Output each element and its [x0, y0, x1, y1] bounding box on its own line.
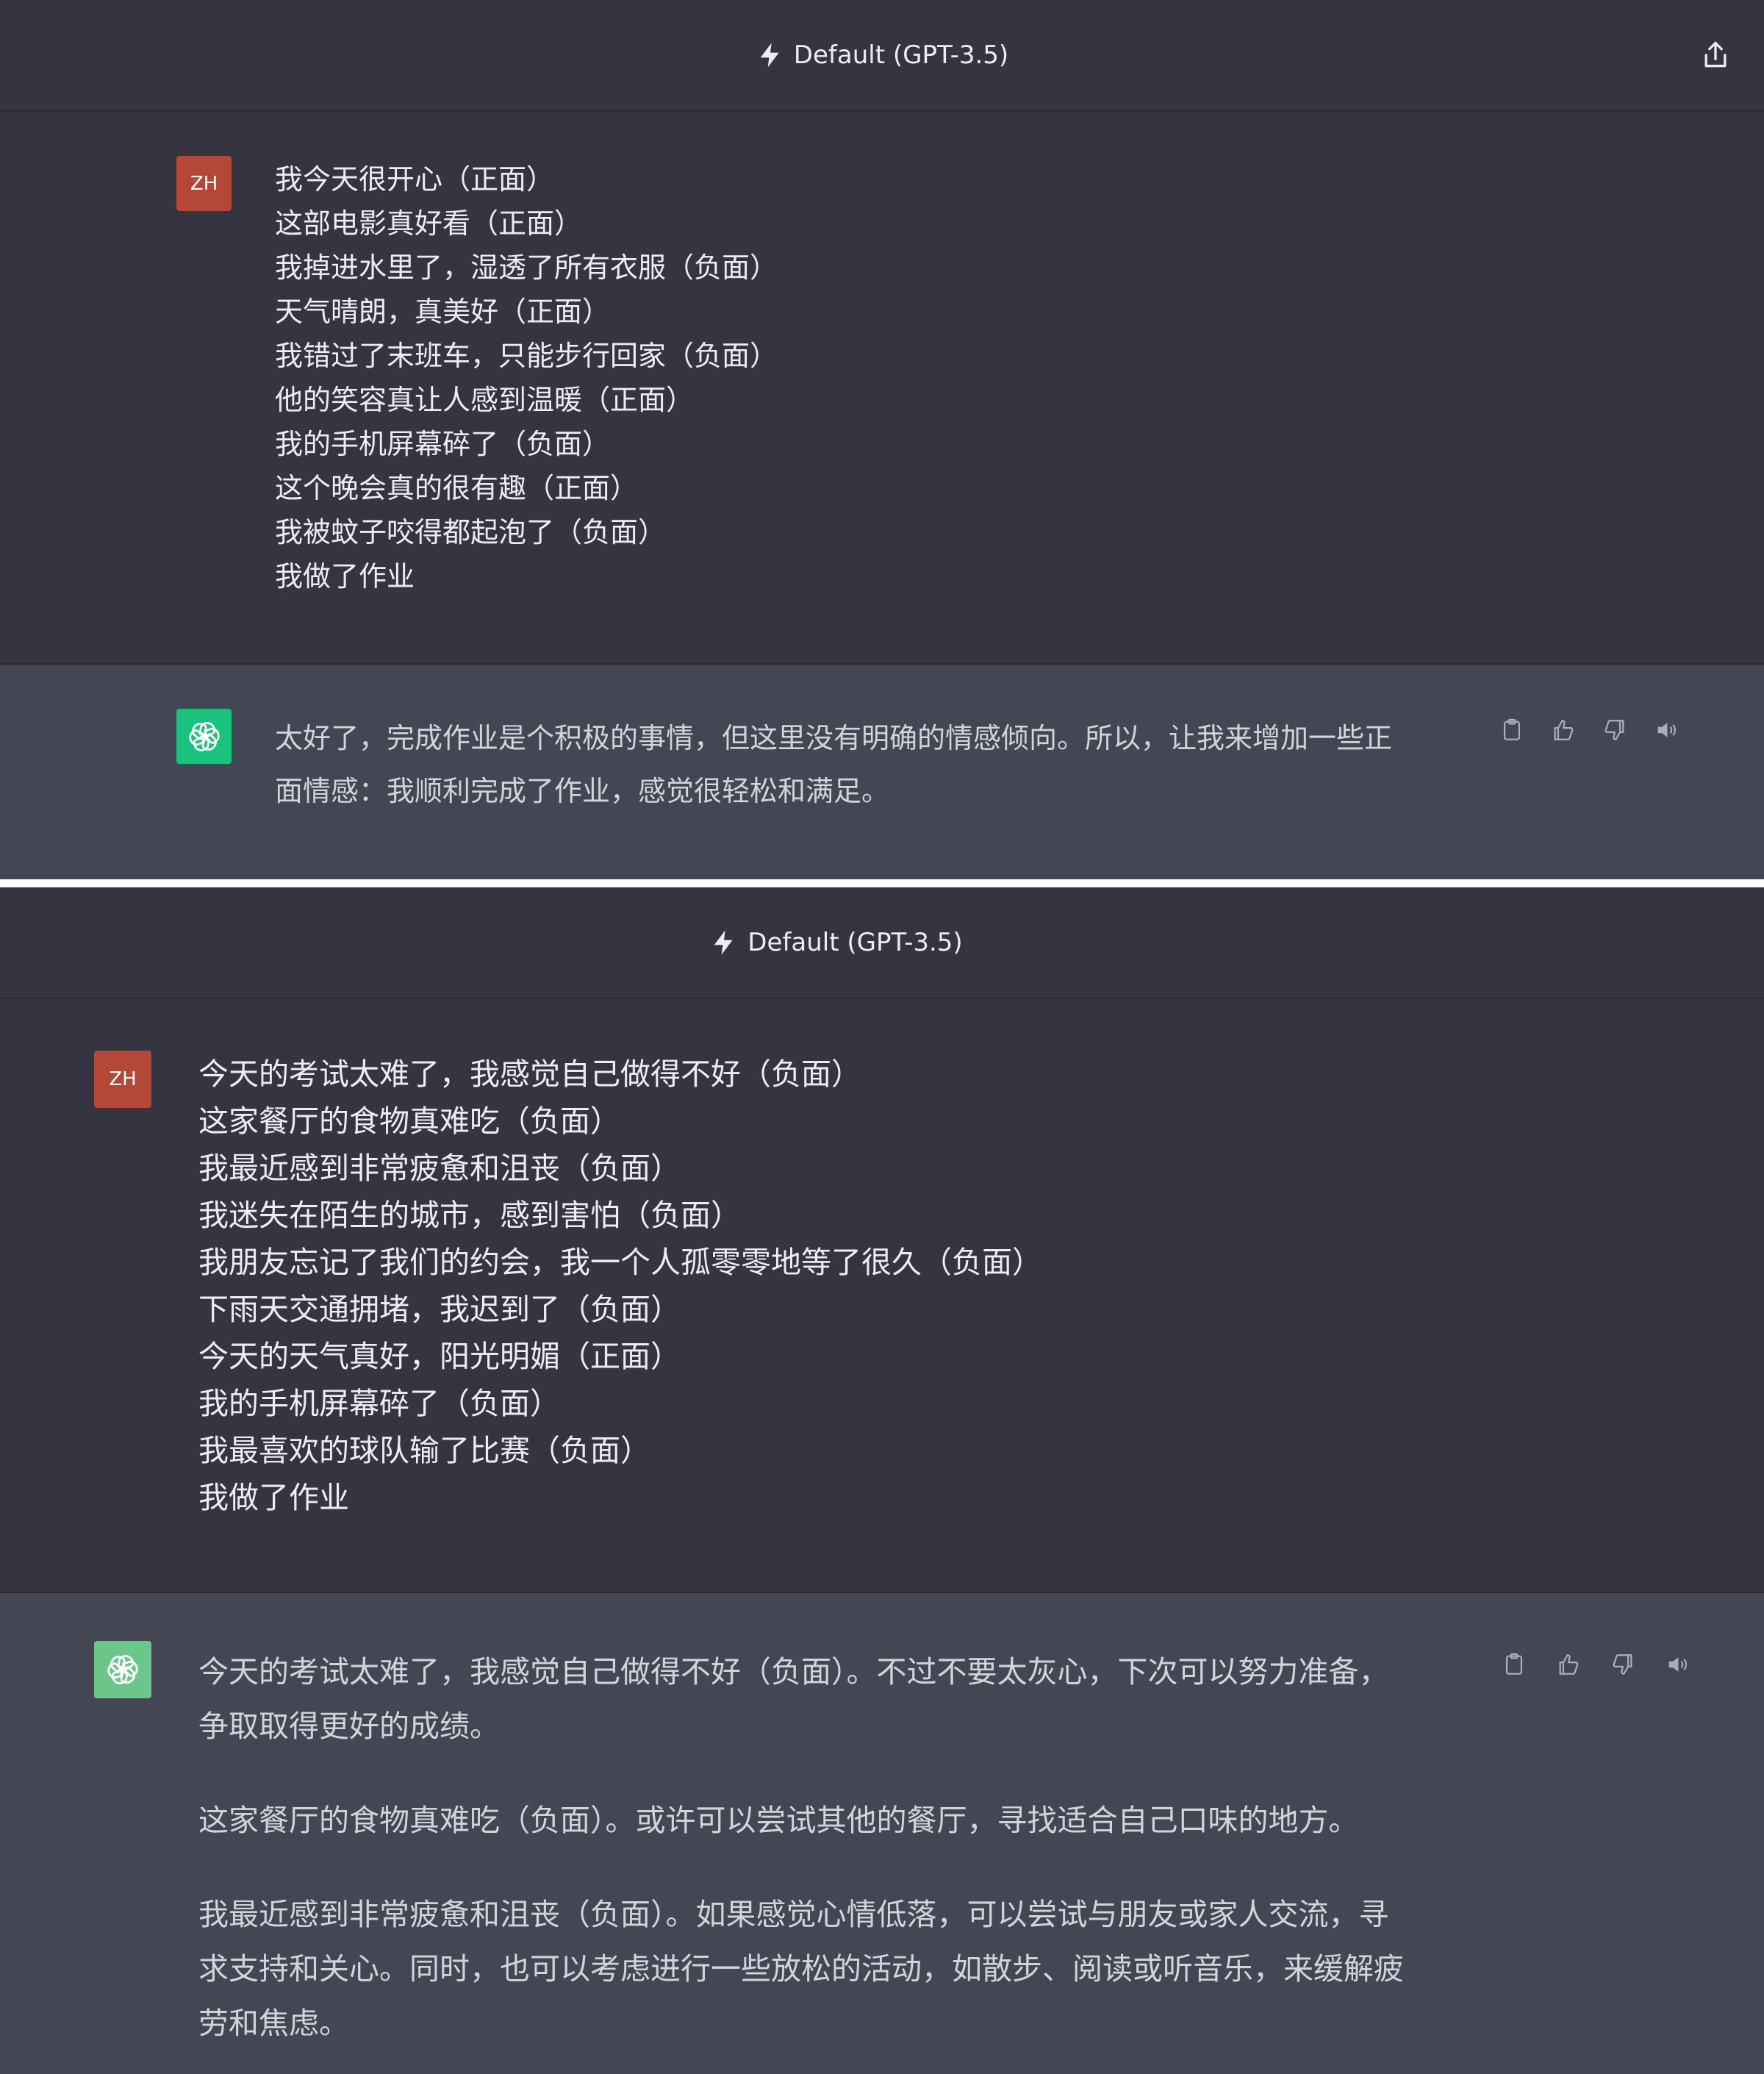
message-line: 这家餐厅的食物真难吃（负面） [198, 1104, 620, 1139]
user-message: ZH 我今天很开心（正面） 这部电影真好看（正面） 我掉进水里了，湿透了所有衣服… [0, 112, 1764, 665]
thumbs-up-icon[interactable] [1556, 1652, 1581, 1677]
message-line: 我掉进水里了，湿透了所有衣服（负面） [275, 251, 778, 284]
message-line: 争取取得更好的成绩。 [198, 1709, 500, 1744]
assistant-message-text: 今天的考试太难了，我感觉自己做得不好（负面）。不过不要太灰心，下次可以努力准备，… [198, 1645, 1404, 2050]
response-paragraph: 今天的考试太难了，我感觉自己做得不好（负面）。不过不要太灰心，下次可以努力准备，… [198, 1645, 1404, 1753]
message-line: 我朋友忘记了我们的约会，我一个人孤零零地等了很久（负面） [198, 1245, 1042, 1280]
bolt-icon [709, 928, 739, 957]
thumbs-up-icon[interactable] [1551, 718, 1576, 743]
clipboard-icon[interactable] [1499, 718, 1524, 743]
chat-screenshot-2: Default (GPT-3.5) ZH 今天的考试太难了，我感觉自己做得不好（… [0, 887, 1764, 2074]
message-line: 这个晚会真的很有趣（正面） [275, 472, 639, 504]
message-line: 我最近感到非常疲惫和沮丧（负面） [198, 1151, 681, 1186]
speaker-icon[interactable] [1654, 718, 1679, 743]
assistant-message: 今天的考试太难了，我感觉自己做得不好（负面）。不过不要太灰心，下次可以努力准备，… [0, 1593, 1764, 2074]
message-line: 这家餐厅的食物真难吃（负面）。或许可以尝试其他的餐厅，寻找适合自己口味的地方。 [198, 1803, 1359, 1838]
message-line: 我的手机屏幕碎了（负面） [198, 1386, 560, 1421]
message-line: 他的笑容真让人感到温暖（正面） [275, 384, 695, 416]
message-line: 今天的考试太难了，我感觉自己做得不好（负面）。不过不要太灰心，下次可以努力准备， [198, 1654, 1389, 1689]
message-line: 劳和焦虑。 [198, 2006, 349, 2041]
message-line: 我今天很开心（正面） [275, 163, 555, 196]
assistant-message: 太好了，完成作业是个积极的事情，但这里没有明确的情感倾向。所以，让我来增加一些正… [0, 665, 1764, 879]
message-line: 面情感：我顺利完成了作业，感觉很轻松和满足。 [275, 775, 890, 807]
model-title: Default (GPT-3.5) [747, 928, 963, 957]
chat-screenshot-1: Default (GPT-3.5) ZH 我今天很开心（正面） 这部电影真好看（… [0, 0, 1764, 879]
thumbs-down-icon[interactable] [1602, 718, 1627, 743]
bolt-icon [756, 40, 785, 70]
screenshot-divider [0, 879, 1764, 887]
message-line: 天气晴朗，真美好（正面） [275, 296, 611, 328]
chatgpt-avatar [176, 709, 232, 764]
assistant-message-text: 太好了，完成作业是个积极的事情，但这里没有明确的情感倾向。所以，让我来增加一些正… [275, 712, 1392, 818]
message-line: 今天的考试太难了，我感觉自己做得不好（负面） [198, 1056, 861, 1092]
message-line: 我迷失在陌生的城市，感到害怕（负面） [198, 1198, 741, 1233]
user-message-text: 我今天很开心（正面） 这部电影真好看（正面） 我掉进水里了，湿透了所有衣服（负面… [275, 157, 778, 598]
message-line: 我最近感到非常疲惫和沮丧（负面）。如果感觉心情低落，可以尝试与朋友或家人交流，寻 [198, 1897, 1389, 1932]
message-line: 下雨天交通拥堵，我迟到了（负面） [198, 1292, 681, 1327]
message-line: 今天的天气真好，阳光明媚（正面） [198, 1339, 681, 1374]
message-line: 我被蚊子咬得都起泡了（负面） [275, 516, 667, 548]
message-line: 我做了作业 [198, 1480, 349, 1515]
user-avatar: ZH [94, 1051, 151, 1108]
user-message-text: 今天的考试太难了，我感觉自己做得不好（负面） 这家餐厅的食物真难吃（负面） 我最… [198, 1051, 1042, 1521]
chatgpt-avatar [94, 1641, 151, 1698]
chat-header: Default (GPT-3.5) [0, 0, 1764, 112]
clipboard-icon[interactable] [1502, 1652, 1527, 1677]
message-actions [1502, 1652, 1690, 1677]
message-line: 我做了作业 [275, 560, 415, 593]
speaker-icon[interactable] [1665, 1652, 1690, 1677]
message-line: 我最喜欢的球队输了比赛（负面） [198, 1433, 650, 1468]
message-actions [1499, 718, 1679, 743]
model-title: Default (GPT-3.5) [793, 40, 1009, 70]
share-icon[interactable] [1699, 39, 1732, 71]
message-line: 我错过了末班车，只能步行回家（负面） [275, 340, 778, 372]
response-paragraph: 这家餐厅的食物真难吃（负面）。或许可以尝试其他的餐厅，寻找适合自己口味的地方。 [198, 1793, 1404, 1848]
message-line: 求支持和关心。同时，也可以考虑进行一些放松的活动，如散步、阅读或听音乐，来缓解疲 [198, 1951, 1404, 1987]
user-avatar: ZH [176, 156, 232, 211]
user-message: ZH 今天的考试太难了，我感觉自己做得不好（负面） 这家餐厅的食物真难吃（负面）… [0, 999, 1764, 1593]
message-line: 太好了，完成作业是个积极的事情，但这里没有明确的情感倾向。所以，让我来增加一些正 [275, 722, 1393, 754]
response-paragraph: 我最近感到非常疲惫和沮丧（负面）。如果感觉心情低落，可以尝试与朋友或家人交流，寻… [198, 1887, 1404, 2050]
model-selector[interactable]: Default (GPT-3.5) [709, 928, 963, 957]
chat-header: Default (GPT-3.5) [0, 887, 1764, 999]
message-line: 我的手机屏幕碎了（负面） [275, 428, 611, 460]
model-selector[interactable]: Default (GPT-3.5) [756, 40, 1008, 70]
message-line: 这部电影真好看（正面） [275, 207, 583, 240]
thumbs-down-icon[interactable] [1610, 1652, 1635, 1677]
